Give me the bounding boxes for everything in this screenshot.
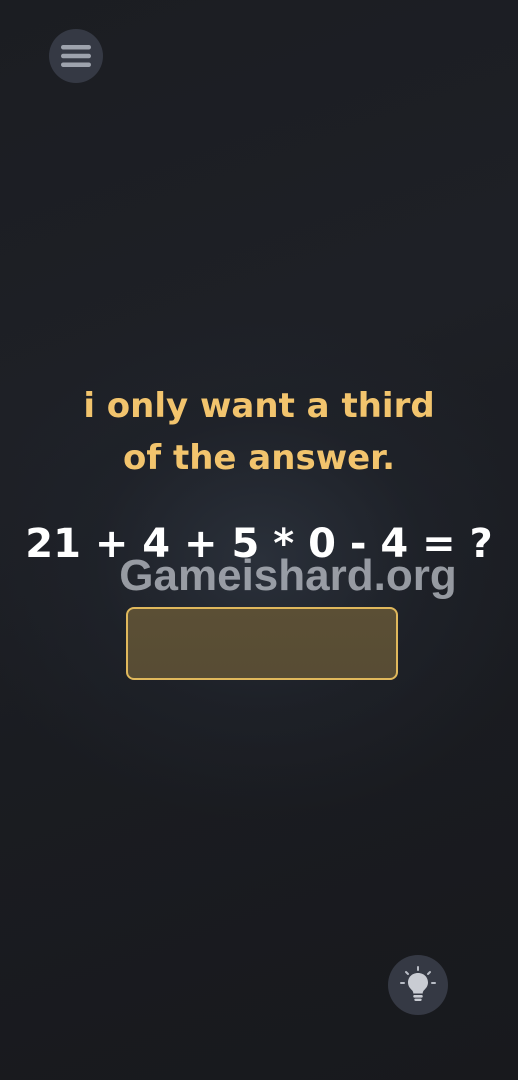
menu-icon	[61, 45, 91, 67]
menu-button[interactable]	[49, 29, 103, 83]
lightbulb-icon	[400, 966, 436, 1001]
watermark: Gameishard.org	[119, 551, 457, 600]
riddle-text: i only want a third of the answer.	[0, 380, 518, 484]
answer-input[interactable]	[126, 607, 398, 680]
riddle-line-1: i only want a third	[83, 386, 435, 426]
riddle-line-2: of the answer.	[122, 438, 396, 478]
hint-button[interactable]	[388, 955, 448, 1015]
